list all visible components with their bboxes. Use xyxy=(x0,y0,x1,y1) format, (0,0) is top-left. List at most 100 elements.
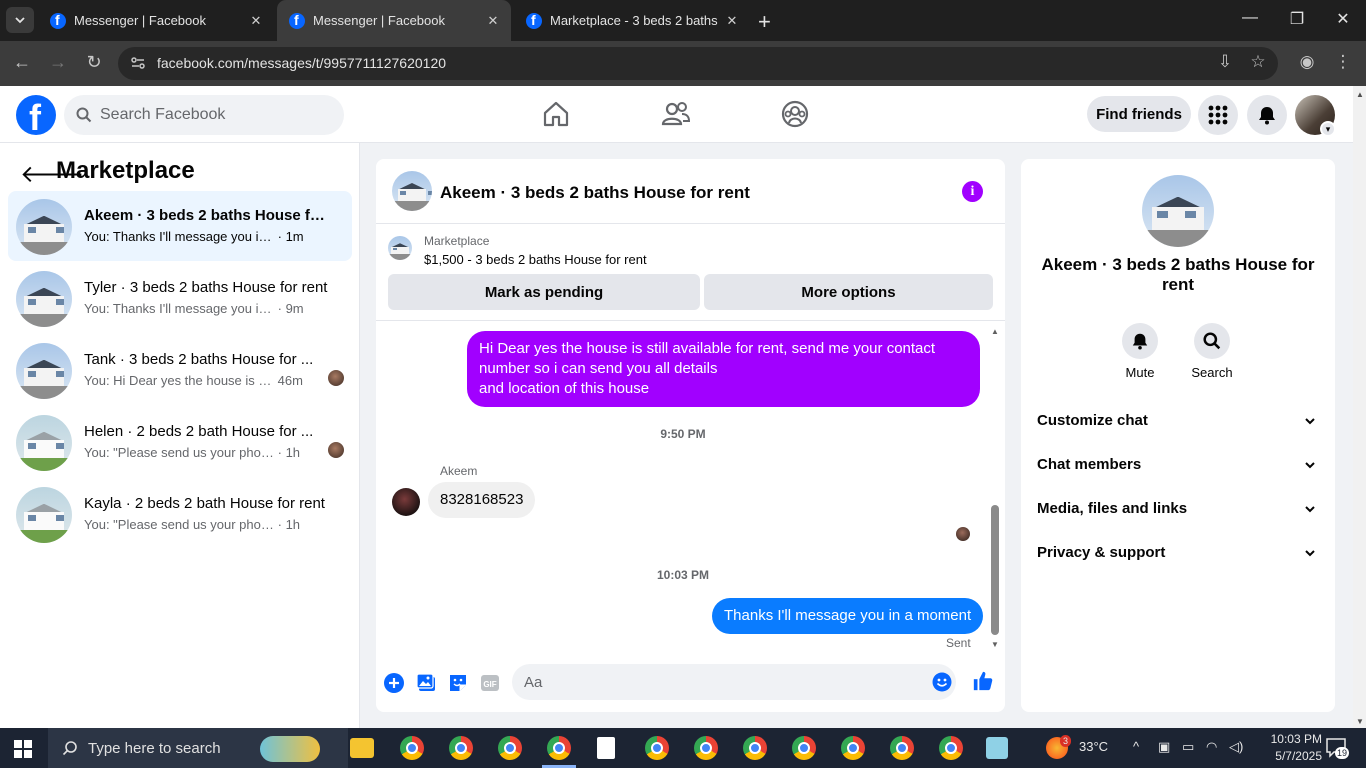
incoming-message[interactable]: 8328168523 xyxy=(428,482,536,518)
taskbar-search-box[interactable]: Type here to search xyxy=(48,728,348,768)
listing-price-title[interactable]: $1,500 - 3 beds 2 baths House for rent xyxy=(424,252,647,267)
minimize-window-icon[interactable]: — xyxy=(1239,9,1261,27)
photo-icon[interactable] xyxy=(416,672,438,694)
close-tab-icon[interactable]: ✕ xyxy=(246,13,266,29)
close-tab-icon[interactable]: ✕ xyxy=(722,13,742,29)
more-options-button[interactable]: More options xyxy=(704,274,993,310)
find-friends-button[interactable]: Find friends xyxy=(1087,96,1191,132)
chat-members-section[interactable]: Chat members xyxy=(1029,445,1327,485)
notepad-icon[interactable] xyxy=(597,737,615,759)
chevron-down-icon xyxy=(1305,418,1315,425)
search-action[interactable]: Search xyxy=(1182,323,1242,380)
conversation-item-akeem[interactable]: Akeem · 3 beds 2 baths House for ... You… xyxy=(8,191,352,261)
back-arrow-icon[interactable]: ← xyxy=(11,52,33,73)
site-settings-icon[interactable] xyxy=(130,55,146,71)
info-icon[interactable]: i xyxy=(962,181,983,202)
scroll-up-arrow-icon[interactable]: ▲ xyxy=(991,327,999,336)
scroll-down-arrow-icon[interactable]: ▼ xyxy=(1356,717,1364,726)
sticker-icon[interactable] xyxy=(447,672,469,694)
section-label: Privacy & support xyxy=(1037,544,1166,561)
thumbs-up-icon[interactable] xyxy=(972,670,994,692)
chrome-icon[interactable] xyxy=(792,736,816,760)
tab-search-button[interactable] xyxy=(6,7,34,33)
media-files-links-section[interactable]: Media, files and links xyxy=(1029,489,1327,529)
chrome-icon[interactable] xyxy=(449,736,473,760)
install-app-icon[interactable]: ⇩ xyxy=(1213,52,1237,72)
page-scrollbar[interactable]: ▲ ▼ xyxy=(1353,86,1366,728)
volume-icon[interactable]: ◁) xyxy=(1229,739,1243,755)
facebook-logo-icon[interactable]: f xyxy=(16,95,56,138)
chat-title[interactable]: Akeem · 3 beds 2 baths House for rent xyxy=(440,183,750,203)
privacy-support-section[interactable]: Privacy & support xyxy=(1029,533,1327,573)
conversation-item-helen[interactable]: Helen · 2 beds 2 bath House for ... You:… xyxy=(8,407,352,477)
chrome-icon[interactable] xyxy=(694,736,718,760)
marketplace-label: Marketplace xyxy=(424,234,490,248)
message-input[interactable] xyxy=(524,664,924,700)
close-window-icon[interactable]: ✕ xyxy=(1332,9,1354,29)
plus-circle-icon[interactable] xyxy=(383,672,405,694)
account-chevron-icon[interactable]: ▾ xyxy=(1320,121,1336,137)
conversation-title: Tyler · 3 beds 2 baths House for rent xyxy=(84,279,328,296)
emoji-icon[interactable] xyxy=(932,672,952,692)
address-bar[interactable]: facebook.com/messages/t/9957711127620120 xyxy=(118,47,1278,80)
chrome-icon[interactable] xyxy=(645,736,669,760)
conversation-item-kayla[interactable]: Kayla · 2 beds 2 bath House for rent You… xyxy=(8,479,352,549)
scrollbar-thumb[interactable] xyxy=(991,505,999,635)
chat-listing-avatar[interactable] xyxy=(392,171,432,211)
facebook-search-input[interactable] xyxy=(100,95,330,135)
outgoing-message[interactable]: Thanks I'll message you in a moment xyxy=(712,598,984,634)
wifi-icon[interactable]: ◠ xyxy=(1206,739,1217,755)
conversation-item-tank[interactable]: Tank · 3 beds 2 baths House for ... You:… xyxy=(8,335,352,405)
chrome-icon[interactable] xyxy=(743,736,767,760)
chrome-icon[interactable] xyxy=(400,736,424,760)
listing-thumbnail xyxy=(388,236,412,260)
friends-icon[interactable] xyxy=(661,99,691,129)
browser-tab-1[interactable]: Messenger | Facebook ✕ xyxy=(38,0,274,41)
forward-arrow-icon[interactable]: → xyxy=(47,52,69,73)
gif-icon[interactable]: GIF xyxy=(479,672,501,694)
home-icon[interactable] xyxy=(541,99,571,129)
windows-start-icon[interactable] xyxy=(14,740,32,758)
message-timestamp: 9:50 PM xyxy=(660,427,706,441)
facebook-favicon-icon xyxy=(526,12,542,29)
sender-avatar[interactable] xyxy=(392,488,420,516)
restore-window-icon[interactable]: ❐ xyxy=(1286,9,1308,29)
conversation-item-tyler[interactable]: Tyler · 3 beds 2 baths House for rent Yo… xyxy=(8,263,352,333)
scroll-up-arrow-icon[interactable]: ▲ xyxy=(1356,90,1364,99)
mark-as-pending-button[interactable]: Mark as pending xyxy=(388,274,700,310)
battery-icon[interactable]: ▭ xyxy=(1182,739,1194,755)
bookmark-star-icon[interactable]: ☆ xyxy=(1246,52,1270,72)
seen-avatar xyxy=(328,442,344,458)
scroll-down-arrow-icon[interactable]: ▼ xyxy=(991,640,999,649)
chrome-icon[interactable] xyxy=(939,736,963,760)
message-input-box[interactable] xyxy=(512,664,956,700)
notifications-button[interactable] xyxy=(1247,95,1287,135)
notification-center-icon[interactable]: 19 xyxy=(1326,738,1350,763)
taskbar-clock[interactable]: 10:03 PM 5/7/2025 xyxy=(1252,731,1322,765)
chrome-icon[interactable] xyxy=(841,736,865,760)
listing-photo[interactable] xyxy=(1142,175,1214,247)
browser-tab-3[interactable]: Marketplace - 3 beds 2 baths H ✕ xyxy=(514,0,750,41)
conversation-snippet: You: Thanks I'll message you in a mo... … xyxy=(84,229,304,244)
new-tab-button[interactable]: + xyxy=(758,9,771,35)
mute-action[interactable]: Mute xyxy=(1110,323,1170,380)
reload-icon[interactable]: ↻ xyxy=(83,52,105,73)
file-explorer-icon[interactable] xyxy=(350,738,374,758)
chrome-icon[interactable] xyxy=(890,736,914,760)
profile-icon[interactable]: ◉ xyxy=(1295,52,1319,72)
meet-now-icon[interactable]: ▣ xyxy=(1158,739,1170,755)
chat-scrollbar[interactable]: ▲ ▼ xyxy=(990,327,1000,649)
chrome-icon[interactable] xyxy=(498,736,522,760)
facebook-search-box[interactable] xyxy=(64,95,344,135)
weather-temperature[interactable]: 33°C xyxy=(1079,739,1108,754)
more-menu-icon[interactable]: ⋮ xyxy=(1331,52,1355,72)
groups-icon[interactable] xyxy=(780,99,810,129)
show-hidden-icons-chevron-icon[interactable]: ^ xyxy=(1133,739,1139,754)
close-tab-icon[interactable]: ✕ xyxy=(483,13,503,29)
chrome-icon[interactable] xyxy=(547,736,571,760)
outgoing-message[interactable]: Hi Dear yes the house is still available… xyxy=(467,331,980,407)
browser-tab-2[interactable]: Messenger | Facebook ✕ xyxy=(277,0,511,41)
customize-chat-section[interactable]: Customize chat xyxy=(1029,401,1327,441)
menu-button[interactable] xyxy=(1198,95,1238,135)
notes-app-icon[interactable] xyxy=(986,737,1008,759)
